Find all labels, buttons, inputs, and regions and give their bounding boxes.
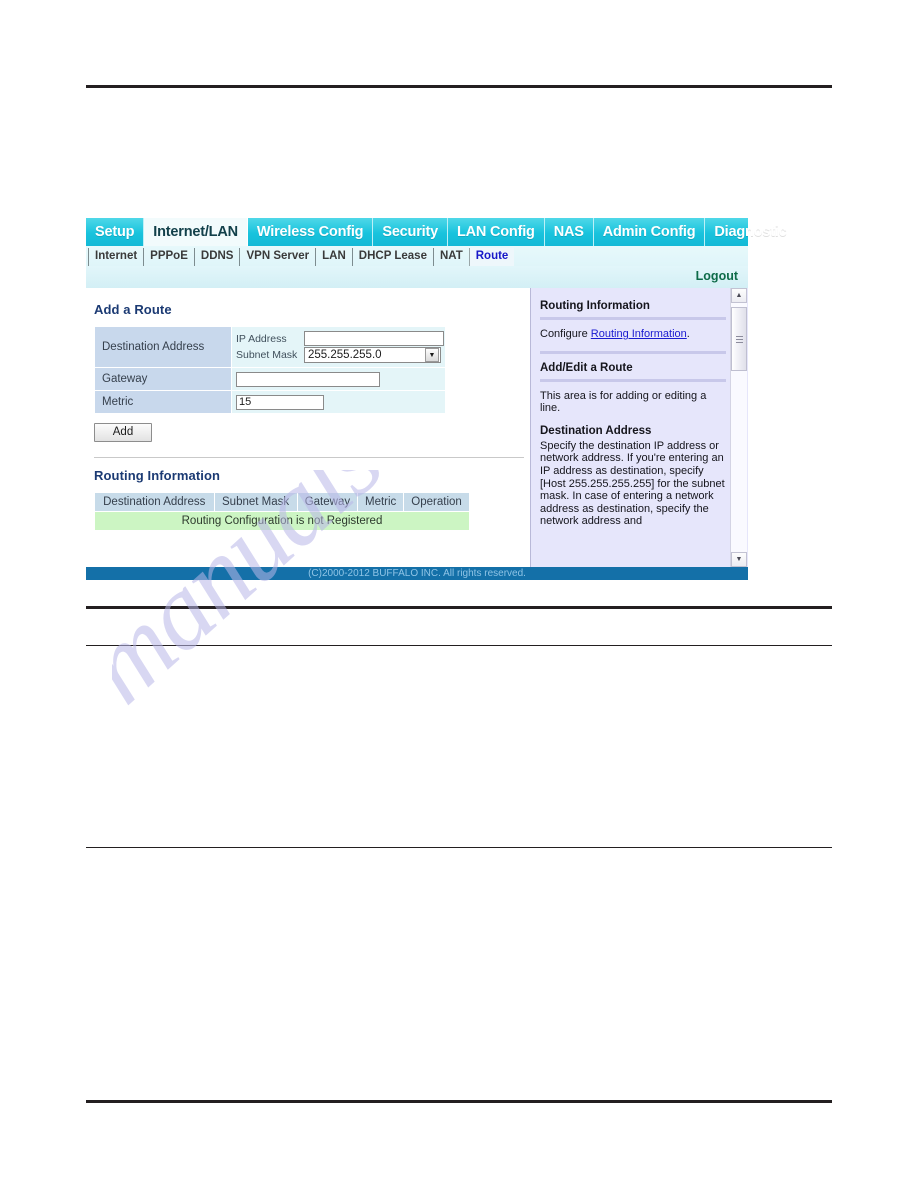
add-route-button[interactable]: Add bbox=[94, 423, 152, 442]
subtab-pppoe[interactable]: PPPoE bbox=[143, 248, 195, 266]
page-rule-top bbox=[86, 85, 832, 88]
metric-field-cell bbox=[231, 390, 446, 414]
page-rule-bottom bbox=[86, 1100, 832, 1103]
routing-information-link[interactable]: Routing Information bbox=[591, 328, 687, 340]
form-row-gateway: Gateway bbox=[94, 367, 446, 391]
page-rule-section-break bbox=[86, 847, 832, 849]
subtab-dhcp-lease[interactable]: DHCP Lease bbox=[351, 248, 434, 266]
column-metric: Metric bbox=[357, 492, 405, 512]
table-row: Routing Configuration is not Registered bbox=[94, 511, 470, 531]
help-scrollbar[interactable]: ▲ ▼ bbox=[730, 288, 747, 567]
scrollbar-thumb[interactable] bbox=[731, 307, 747, 371]
main-tab-bar: Setup Internet/LAN Wireless Config Secur… bbox=[86, 218, 787, 246]
scroll-down-arrow-icon[interactable]: ▼ bbox=[731, 552, 747, 567]
gateway-field-cell bbox=[231, 367, 446, 391]
help-divider-1 bbox=[540, 317, 726, 320]
copyright-text: (C)2000-2012 BUFFALO INC. All rights res… bbox=[308, 568, 526, 579]
router-admin-ui: Setup Internet/LAN Wireless Config Secur… bbox=[86, 218, 787, 582]
form-row-metric: Metric bbox=[94, 390, 446, 414]
tab-security[interactable]: Security bbox=[373, 218, 448, 246]
ip-address-input[interactable] bbox=[304, 331, 444, 346]
tab-lan-config[interactable]: LAN Config bbox=[448, 218, 545, 246]
scrollbar-grip-icon bbox=[735, 334, 743, 345]
table-header-row: Destination Address Subnet Mask Gateway … bbox=[94, 492, 470, 512]
routing-information-table: Destination Address Subnet Mask Gateway … bbox=[94, 492, 470, 531]
tab-nas[interactable]: NAS bbox=[545, 218, 594, 246]
destination-address-label: Destination Address bbox=[94, 326, 232, 368]
help-paragraph-configure: Configure Routing Information. bbox=[540, 328, 726, 341]
subnet-mask-selected-value: 255.255.255.0 bbox=[308, 349, 382, 361]
ui-body: Add a Route Destination Address IP Addre… bbox=[86, 288, 748, 567]
scroll-up-arrow-icon[interactable]: ▲ bbox=[731, 288, 747, 303]
subnet-mask-select[interactable]: 255.255.255.0 ▼ bbox=[304, 347, 441, 363]
tab-wireless-config[interactable]: Wireless Config bbox=[248, 218, 374, 246]
column-destination-address: Destination Address bbox=[94, 492, 215, 512]
subtab-internet[interactable]: Internet bbox=[88, 248, 145, 266]
gateway-input[interactable] bbox=[236, 371, 380, 387]
destination-address-fields: IP Address Subnet Mask 255.255.255.0 ▼ bbox=[231, 326, 446, 368]
help-subheading-destination-address: Destination Address bbox=[540, 424, 652, 437]
column-gateway: Gateway bbox=[296, 492, 359, 512]
content-divider bbox=[94, 457, 524, 458]
ui-footer: (C)2000-2012 BUFFALO INC. All rights res… bbox=[86, 567, 748, 580]
ip-address-field-line: IP Address bbox=[236, 331, 444, 346]
tab-diagnostic[interactable]: Diagnostic bbox=[705, 218, 795, 246]
column-operation: Operation bbox=[403, 492, 470, 512]
metric-input[interactable] bbox=[236, 394, 324, 410]
help-paragraph-add-edit: This area is for adding or editing a lin… bbox=[540, 389, 707, 415]
chevron-down-icon[interactable]: ▼ bbox=[425, 348, 439, 362]
subnet-mask-field-line: Subnet Mask 255.255.255.0 ▼ bbox=[236, 347, 441, 363]
subnet-mask-label: Subnet Mask bbox=[236, 349, 298, 361]
subtab-route[interactable]: Route bbox=[468, 248, 515, 266]
help-heading-add-edit-route: Add/Edit a Route bbox=[540, 361, 633, 374]
help-pane: Routing Information Configure Routing In… bbox=[530, 288, 748, 567]
help-text-suffix: . bbox=[686, 328, 690, 340]
logout-link[interactable]: Logout bbox=[696, 269, 738, 283]
logout-bar: Logout bbox=[86, 266, 748, 288]
scrollbar-track[interactable] bbox=[731, 303, 747, 552]
subtab-vpn-server[interactable]: VPN Server bbox=[239, 248, 317, 266]
column-subnet-mask: Subnet Mask bbox=[213, 492, 298, 512]
help-divider-3 bbox=[540, 378, 726, 382]
help-divider-2 bbox=[540, 350, 726, 354]
page-rule-middle-lower bbox=[86, 645, 832, 647]
empty-state-message: Routing Configuration is not Registered bbox=[94, 511, 470, 531]
page-rule-middle-upper bbox=[86, 606, 832, 609]
routing-information-title: Routing Information bbox=[94, 468, 221, 483]
tab-admin-config[interactable]: Admin Config bbox=[594, 218, 706, 246]
add-route-form: Destination Address IP Address Subnet Ma… bbox=[94, 326, 446, 414]
gateway-label: Gateway bbox=[94, 367, 232, 391]
help-paragraph-destination-address: Specify the destination IP address or ne… bbox=[540, 439, 725, 528]
subtab-lan[interactable]: LAN bbox=[315, 248, 353, 266]
metric-label: Metric bbox=[94, 390, 232, 414]
ip-address-label: IP Address bbox=[236, 332, 287, 345]
tab-internet-lan[interactable]: Internet/LAN bbox=[144, 218, 248, 246]
subtab-nat[interactable]: NAT bbox=[432, 248, 470, 266]
subtab-ddns[interactable]: DDNS bbox=[193, 248, 241, 266]
help-text-prefix: Configure bbox=[540, 328, 591, 340]
form-row-destination: Destination Address IP Address Subnet Ma… bbox=[94, 326, 446, 368]
content-pane: Add a Route Destination Address IP Addre… bbox=[86, 288, 530, 567]
tab-setup[interactable]: Setup bbox=[86, 218, 145, 246]
add-route-title: Add a Route bbox=[94, 302, 172, 317]
help-heading-routing-information: Routing Information bbox=[540, 300, 650, 312]
sub-tab-bar: Internet PPPoE DDNS VPN Server LAN DHCP … bbox=[86, 246, 748, 266]
